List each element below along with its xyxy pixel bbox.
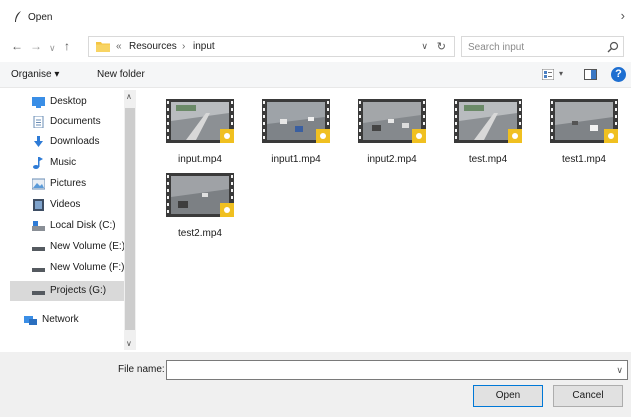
refresh-icon[interactable]: ↻: [437, 40, 446, 53]
search-input[interactable]: [468, 40, 598, 54]
recent-locations-button[interactable]: ∨: [49, 41, 56, 55]
pictures-icon: [32, 178, 45, 190]
search-box[interactable]: [461, 36, 624, 57]
music-icon: [33, 157, 43, 169]
file-item[interactable]: input1.mp4: [247, 94, 339, 166]
video-thumbnail: [262, 99, 330, 143]
sidebar-item-documents[interactable]: Documents: [10, 112, 124, 132]
sidebar-item-label: New Volume (E:): [50, 241, 126, 252]
file-name-input[interactable]: [171, 363, 611, 377]
file-name: test2.mp4: [178, 228, 222, 239]
breadcrumb-resources[interactable]: Resources: [129, 41, 177, 52]
drive-icon: [32, 291, 45, 295]
downloads-icon: [34, 136, 43, 147]
file-name: test.mp4: [468, 154, 508, 165]
cancel-button[interactable]: Cancel: [553, 385, 623, 407]
title-bar: Open ›: [0, 0, 631, 34]
preview-pane-icon[interactable]: [584, 69, 597, 80]
sidebar-item-label: Local Disk (C:): [50, 220, 116, 231]
navigation-pane: Desktop Documents Downloads Music Pictur…: [10, 90, 138, 350]
window-title: Open: [28, 12, 53, 23]
file-item[interactable]: test.mp4: [439, 94, 531, 166]
sidebar-item-label: Projects (G:): [50, 285, 107, 296]
scroll-down-icon[interactable]: ∨: [126, 339, 132, 348]
up-button[interactable]: ↑: [64, 39, 70, 53]
open-button[interactable]: Open: [473, 385, 543, 407]
sidebar-item-label: Documents: [50, 116, 101, 127]
sidebar-item-music[interactable]: Music: [10, 153, 124, 173]
close-button[interactable]: ›: [621, 8, 625, 23]
sidebar-item-pictures[interactable]: Pictures: [10, 174, 124, 194]
back-button[interactable]: ←: [11, 39, 23, 53]
scroll-thumb[interactable]: [125, 108, 135, 330]
video-thumbnail: [166, 173, 234, 217]
sidebar-item-videos[interactable]: Videos: [10, 195, 124, 215]
file-name-label: File name:: [118, 364, 165, 375]
file-name: test1.mp4: [562, 154, 606, 165]
sidebar-item-label: Pictures: [50, 178, 87, 189]
sidebar-item-label: Downloads: [50, 136, 100, 147]
sidebar-item-new-volume-e[interactable]: New Volume (E:): [10, 237, 126, 257]
sidebar-item-label: Network: [42, 314, 79, 325]
organise-button[interactable]: Organise ▾: [11, 69, 59, 80]
address-bar[interactable]: « Resources › input ∨ ↻: [88, 36, 455, 57]
scroll-up-icon[interactable]: ∧: [126, 92, 132, 101]
documents-icon: [33, 116, 44, 128]
help-button[interactable]: ?: [611, 67, 626, 82]
sidebar-item-desktop[interactable]: Desktop: [10, 92, 124, 112]
file-list: input.mp4 input1.mp4 input2.mp4 test.mp4…: [143, 90, 631, 350]
file-name: input.mp4: [178, 154, 222, 165]
forward-button[interactable]: →: [30, 39, 42, 53]
drive-icon: [32, 268, 45, 272]
sidebar-scrollbar[interactable]: ∧ ∨: [124, 90, 136, 350]
file-name: input1.mp4: [271, 154, 321, 165]
sidebar-item-new-volume-f[interactable]: New Volume (F:): [10, 258, 124, 278]
videos-icon: [33, 199, 44, 211]
sidebar-item-label: Desktop: [50, 96, 87, 107]
desktop-icon: [32, 97, 45, 108]
breadcrumb-input[interactable]: input: [193, 41, 215, 52]
file-name-combobox[interactable]: ∨: [166, 360, 628, 380]
file-name: input2.mp4: [367, 154, 417, 165]
network-icon: [24, 316, 37, 325]
feather-icon: [15, 11, 21, 22]
file-item[interactable]: test1.mp4: [535, 94, 627, 166]
file-item[interactable]: test2.mp4: [151, 168, 243, 240]
sidebar-item-local-disk[interactable]: Local Disk (C:): [10, 216, 124, 236]
sidebar-item-label: Music: [50, 157, 77, 168]
sidebar-item-label: Videos: [50, 199, 81, 210]
local-disk-icon: [32, 221, 45, 231]
new-folder-button[interactable]: New folder: [97, 69, 145, 80]
video-thumbnail: [358, 99, 426, 143]
sidebar-item-downloads[interactable]: Downloads: [10, 132, 124, 152]
video-thumbnail: [550, 99, 618, 143]
address-row: ← → ∨ ↑ « Resources › input ∨ ↻: [0, 35, 631, 59]
folder-icon: [96, 42, 110, 52]
sidebar-item-label: New Volume (F:): [50, 262, 125, 273]
chevron-down-icon[interactable]: ∨: [616, 365, 623, 376]
sidebar-item-network[interactable]: Network: [10, 310, 124, 330]
file-item[interactable]: input.mp4: [151, 94, 243, 166]
breadcrumb-overflow[interactable]: «: [116, 41, 122, 52]
breadcrumb-separator[interactable]: ›: [182, 41, 185, 52]
dialog-footer: File name: ∨ Open Cancel: [0, 352, 631, 417]
file-item[interactable]: input2.mp4: [343, 94, 435, 166]
command-bar: Organise ▾ New folder ▾ ?: [0, 62, 631, 88]
drive-icon: [32, 247, 45, 251]
video-thumbnail: [166, 99, 234, 143]
search-icon: [607, 41, 619, 53]
sidebar-item-projects[interactable]: Projects (G:): [10, 281, 124, 301]
address-dropdown-icon[interactable]: ∨: [421, 41, 428, 52]
video-thumbnail: [454, 99, 522, 143]
change-view-icon[interactable]: [542, 69, 554, 80]
view-options-dropdown[interactable]: ▾: [559, 69, 563, 78]
